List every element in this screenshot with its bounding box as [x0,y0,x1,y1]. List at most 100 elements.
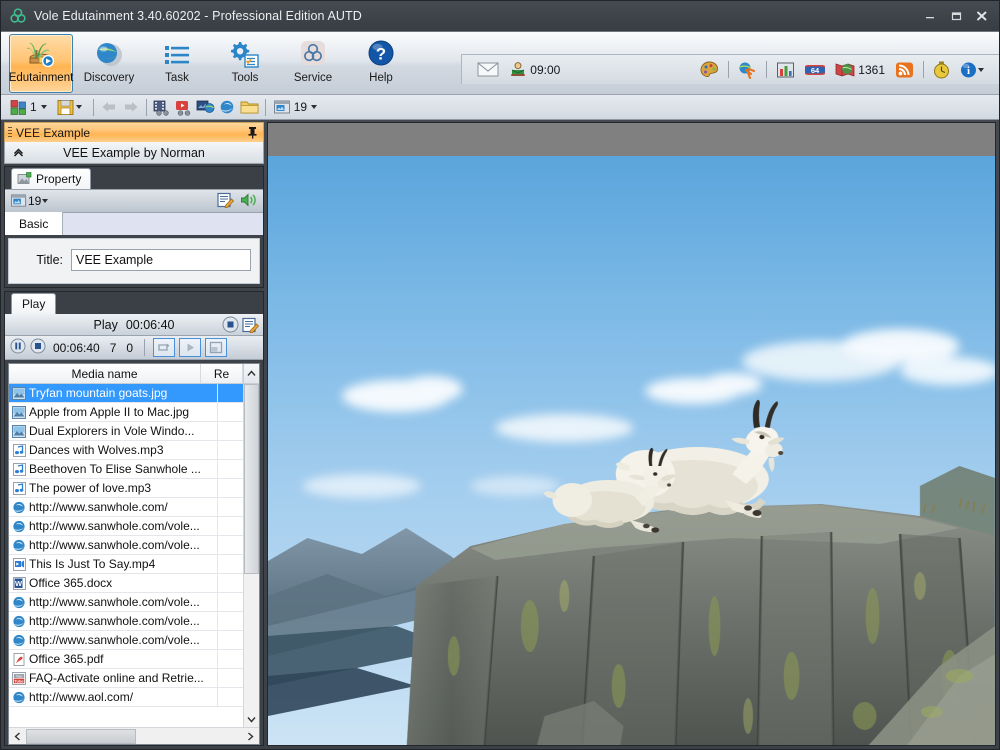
ribbon-button-edutainment[interactable]: Edutainment [9,34,73,93]
fullscreen-button[interactable] [205,338,227,357]
table-row[interactable]: Dual Explorers in Vole Windo... [9,422,259,441]
dock-subtitle: VEE Example by Norman [5,146,263,160]
pin-icon[interactable] [247,126,258,142]
globe-icon [92,38,126,71]
ribbon-button-task[interactable]: Task [145,34,209,93]
chevron-down-icon[interactable] [311,105,317,109]
scroll-up-button[interactable] [243,364,259,383]
table-row[interactable]: Tryfan mountain goats.jpg [9,384,259,403]
speaker-button[interactable] [240,192,258,211]
chevron-down-icon[interactable] [978,68,984,72]
film-button[interactable] [151,97,173,118]
hscrollbar-thumb[interactable] [26,729,136,744]
column-header-re[interactable]: Re [201,364,243,383]
table-row[interactable]: http://www.sanwhole.com/vole... [9,612,259,631]
ribbon-button-help[interactable]: ? Help [349,34,413,93]
media-name: Dual Explorers in Vole Windo... [29,424,217,438]
maximize-button[interactable] [943,5,969,27]
hscroll-right-button[interactable] [242,728,259,744]
table-row[interactable]: This Is Just To Say.mp4 [9,555,259,574]
picture-globe-icon [196,99,215,116]
album-button[interactable]: 19 [270,97,324,118]
loop-button[interactable] [153,338,175,357]
tab-property[interactable]: Property [11,168,91,189]
envelope-icon-button[interactable] [472,57,504,83]
property-tabstrip: Property [5,167,263,189]
bar-chart-icon-button[interactable] [771,57,800,83]
hscroll-left-button[interactable] [9,728,26,744]
basic-form: Title: [8,238,260,284]
rss-icon-button[interactable] [890,57,919,83]
vertical-scrollbar[interactable] [243,384,259,727]
dock-header[interactable]: VEE Example [4,122,264,142]
image-icon [9,406,29,419]
table-row[interactable]: Beethoven To Elise Sanwhole ... [9,460,259,479]
blocks-button[interactable]: 1 [7,97,54,118]
hscroll-track[interactable] [26,729,242,744]
image-icon [9,425,29,438]
chevron-down-icon[interactable] [41,105,47,109]
column-header-media-name[interactable]: Media name [9,364,201,383]
title-input[interactable] [71,249,251,271]
table-row[interactable]: The power of love.mp3 [9,479,259,498]
stop-icon [30,338,46,354]
ribbon-button-tools[interactable]: Tools [213,34,277,93]
table-row[interactable]: http://www.sanwhole.com/vole... [9,536,259,555]
table-row[interactable]: http://www.sanwhole.com/ [9,498,259,517]
pause-button[interactable] [10,338,26,357]
highway-64-icon-button[interactable]: 64 [800,57,830,83]
info-icon-button[interactable]: i [955,57,993,83]
horizontal-scrollbar[interactable] [9,727,259,744]
media-list-rows[interactable]: Tryfan mountain goats.jpgApple from Appl… [9,384,259,727]
stop-button[interactable] [30,338,46,357]
play-icon [184,341,197,354]
table-row[interactable]: Dances with Wolves.mp3 [9,441,259,460]
chevron-up-icon[interactable] [12,146,25,162]
table-row[interactable]: YouTubeFAQ-Activate online and Retrie... [9,669,259,688]
table-row[interactable]: http://www.sanwhole.com/vole... [9,631,259,650]
table-row[interactable]: http://www.aol.com/ [9,688,259,707]
map-status[interactable]: 1361 [830,57,890,83]
chevron-down-icon[interactable] [76,105,82,109]
drag-grip[interactable] [8,127,12,139]
album-value: 19 [28,194,41,208]
edit-note-button[interactable] [242,317,259,336]
close-button[interactable] [969,5,995,27]
property-icon [17,172,32,186]
chevron-down-icon [247,716,256,723]
table-row[interactable]: http://www.sanwhole.com/vole... [9,517,259,536]
album-dropdown[interactable]: 19 [10,193,52,209]
table-row[interactable]: WOffice 365.docx [9,574,259,593]
pause-icon [10,338,26,354]
picture-globe-button[interactable] [195,97,217,118]
youtube-button[interactable] [173,97,195,118]
scrollbar-thumb[interactable] [244,384,259,574]
media-viewer[interactable] [267,122,996,746]
edit-note-button[interactable] [217,192,234,211]
ribbon-button-service[interactable]: Service [281,34,345,93]
clock-status[interactable]: 09:00 [504,57,565,83]
chevron-down-icon[interactable] [42,199,48,203]
stopwatch-icon-button[interactable] [928,57,955,83]
ribbon-label: Edutainment [9,72,74,84]
back-button[interactable] [98,97,120,118]
record-stop-button[interactable] [222,316,239,336]
internet-explorer-button[interactable] [217,97,239,118]
table-row[interactable]: Apple from Apple II to Mac.jpg [9,403,259,422]
separator [728,61,729,78]
running-globe-icon-button[interactable] [733,57,762,83]
title-label: Title: [17,253,63,267]
table-row[interactable]: http://www.sanwhole.com/vole... [9,593,259,612]
ribbon-button-discovery[interactable]: Discovery [77,34,141,93]
play-button[interactable] [179,338,201,357]
media-name: Dances with Wolves.mp3 [29,443,217,457]
forward-button[interactable] [120,97,142,118]
tab-play[interactable]: Play [11,293,56,314]
scroll-down-button[interactable] [244,711,259,727]
save-button[interactable] [54,97,89,118]
folder-button[interactable] [239,97,261,118]
minimize-button[interactable] [917,5,943,27]
table-row[interactable]: Office 365.pdf [9,650,259,669]
tab-basic[interactable]: Basic [5,212,63,235]
palette-icon-button[interactable] [695,57,724,83]
